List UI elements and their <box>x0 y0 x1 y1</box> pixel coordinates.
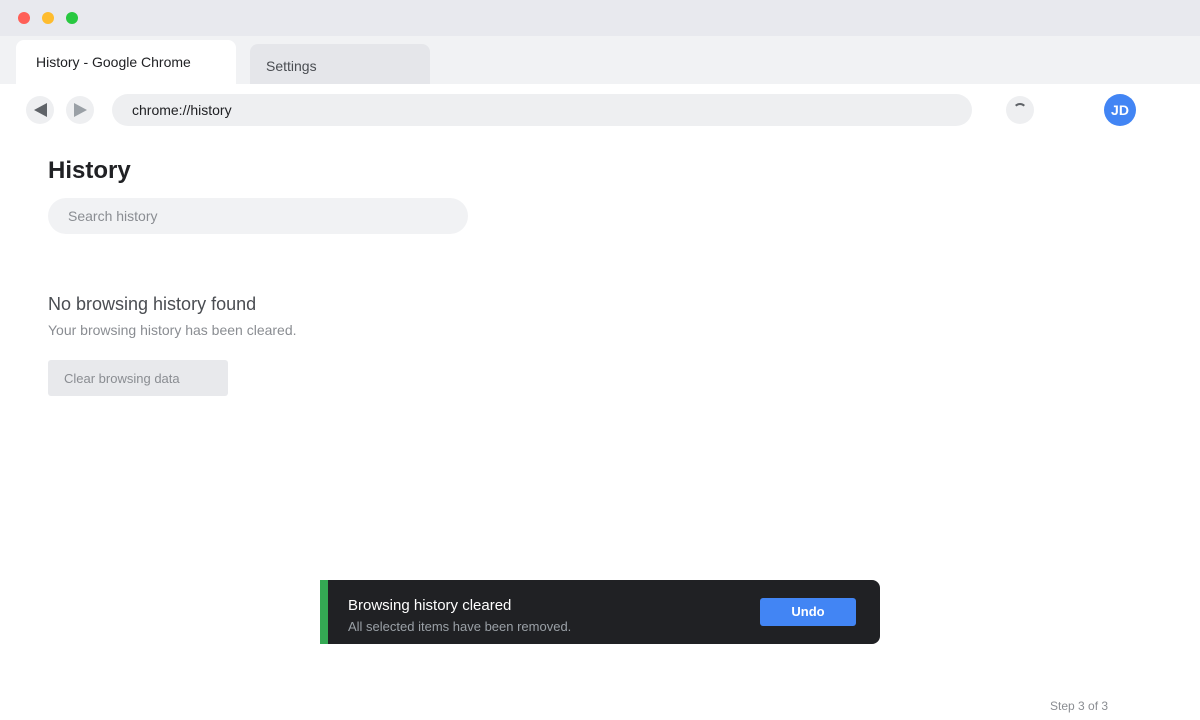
back-arrow-icon <box>34 103 47 117</box>
loading-spinner-icon <box>1013 103 1027 117</box>
empty-state-subtitle: Your browsing history has been cleared. <box>48 322 297 338</box>
tab-strip: History - Google Chrome Settings <box>0 36 1200 84</box>
toast-title: Browsing history cleared <box>348 597 512 614</box>
tab-settings[interactable]: Settings <box>250 44 430 84</box>
reload-button[interactable] <box>1006 96 1034 124</box>
toast-notification: Browsing history cleared All selected it… <box>320 580 880 644</box>
address-bar[interactable]: chrome://history <box>112 94 972 126</box>
page-title: History <box>48 157 131 184</box>
minimize-window-button[interactable] <box>42 12 54 24</box>
tab-history[interactable]: History - Google Chrome <box>16 40 236 84</box>
close-window-button[interactable] <box>18 12 30 24</box>
clear-browsing-data-button[interactable]: Clear browsing data <box>48 360 228 396</box>
toast-subtitle: All selected items have been removed. <box>348 619 572 634</box>
undo-button[interactable]: Undo <box>760 598 856 626</box>
title-bar <box>0 0 1200 36</box>
search-input[interactable] <box>48 198 468 234</box>
toast-accent-bar <box>320 580 328 644</box>
step-indicator: Step 3 of 3 <box>1050 699 1109 713</box>
forward-arrow-icon <box>74 103 87 117</box>
profile-avatar[interactable]: JD <box>1104 94 1136 126</box>
maximize-window-button[interactable] <box>66 12 78 24</box>
empty-state-title: No browsing history found <box>48 294 257 314</box>
forward-button[interactable] <box>66 96 94 124</box>
back-button[interactable] <box>26 96 54 124</box>
